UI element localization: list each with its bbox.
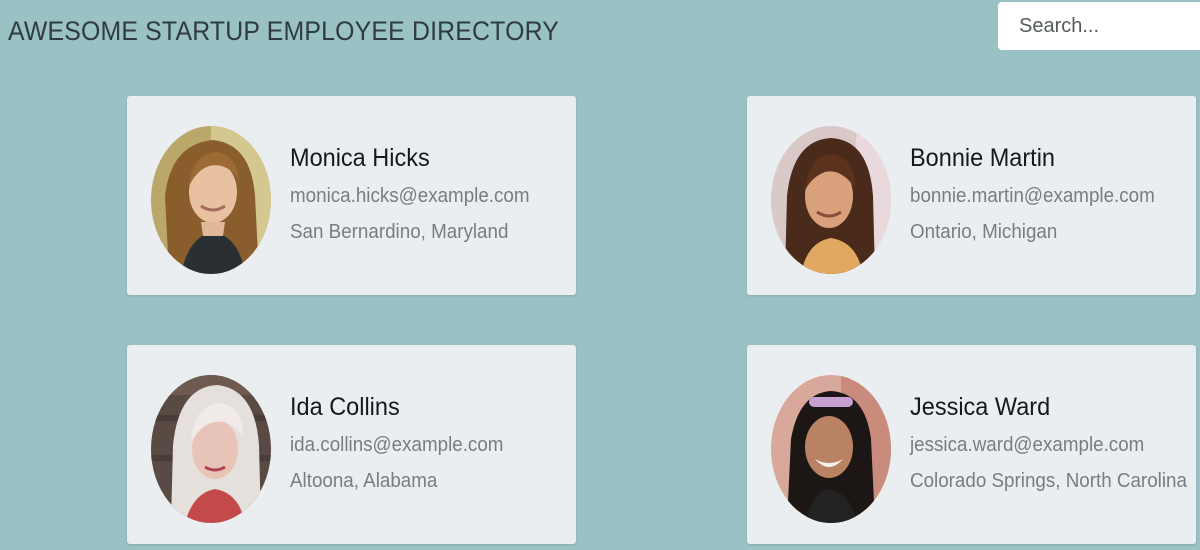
avatar — [151, 375, 271, 523]
employee-email: ida.collins@example.com — [290, 434, 504, 456]
employee-photo-jessica — [771, 375, 891, 523]
avatar — [771, 375, 891, 523]
employee-location: Altoona, Alabama — [290, 470, 438, 492]
employee-card[interactable]: Bonnie Martin bonnie.martin@example.com … — [747, 96, 1196, 295]
employee-location: Colorado Springs, North Carolina — [910, 470, 1187, 492]
employee-photo-monica — [151, 126, 271, 274]
avatar — [771, 126, 891, 274]
employee-name: Monica Hicks — [290, 144, 430, 172]
employee-name: Ida Collins — [290, 393, 400, 421]
search-input[interactable] — [998, 2, 1200, 50]
employee-email: bonnie.martin@example.com — [910, 185, 1155, 207]
employee-name: Jessica Ward — [910, 393, 1051, 421]
employee-location: Ontario, Michigan — [910, 221, 1058, 243]
employee-card[interactable]: Jessica Ward jessica.ward@example.com Co… — [747, 345, 1196, 544]
employee-photo-ida — [151, 375, 271, 523]
employee-photo-bonnie — [771, 126, 891, 274]
employee-name: Bonnie Martin — [910, 144, 1055, 172]
employee-card[interactable]: Monica Hicks monica.hicks@example.com Sa… — [127, 96, 576, 295]
employee-card[interactable]: Ida Collins ida.collins@example.com Alto… — [127, 345, 576, 544]
employee-location: San Bernardino, Maryland — [290, 221, 509, 243]
employee-email: jessica.ward@example.com — [910, 434, 1145, 456]
avatar — [151, 126, 271, 274]
employee-email: monica.hicks@example.com — [290, 185, 530, 207]
page-title: AWESOME STARTUP EMPLOYEE DIRECTORY — [8, 16, 560, 46]
